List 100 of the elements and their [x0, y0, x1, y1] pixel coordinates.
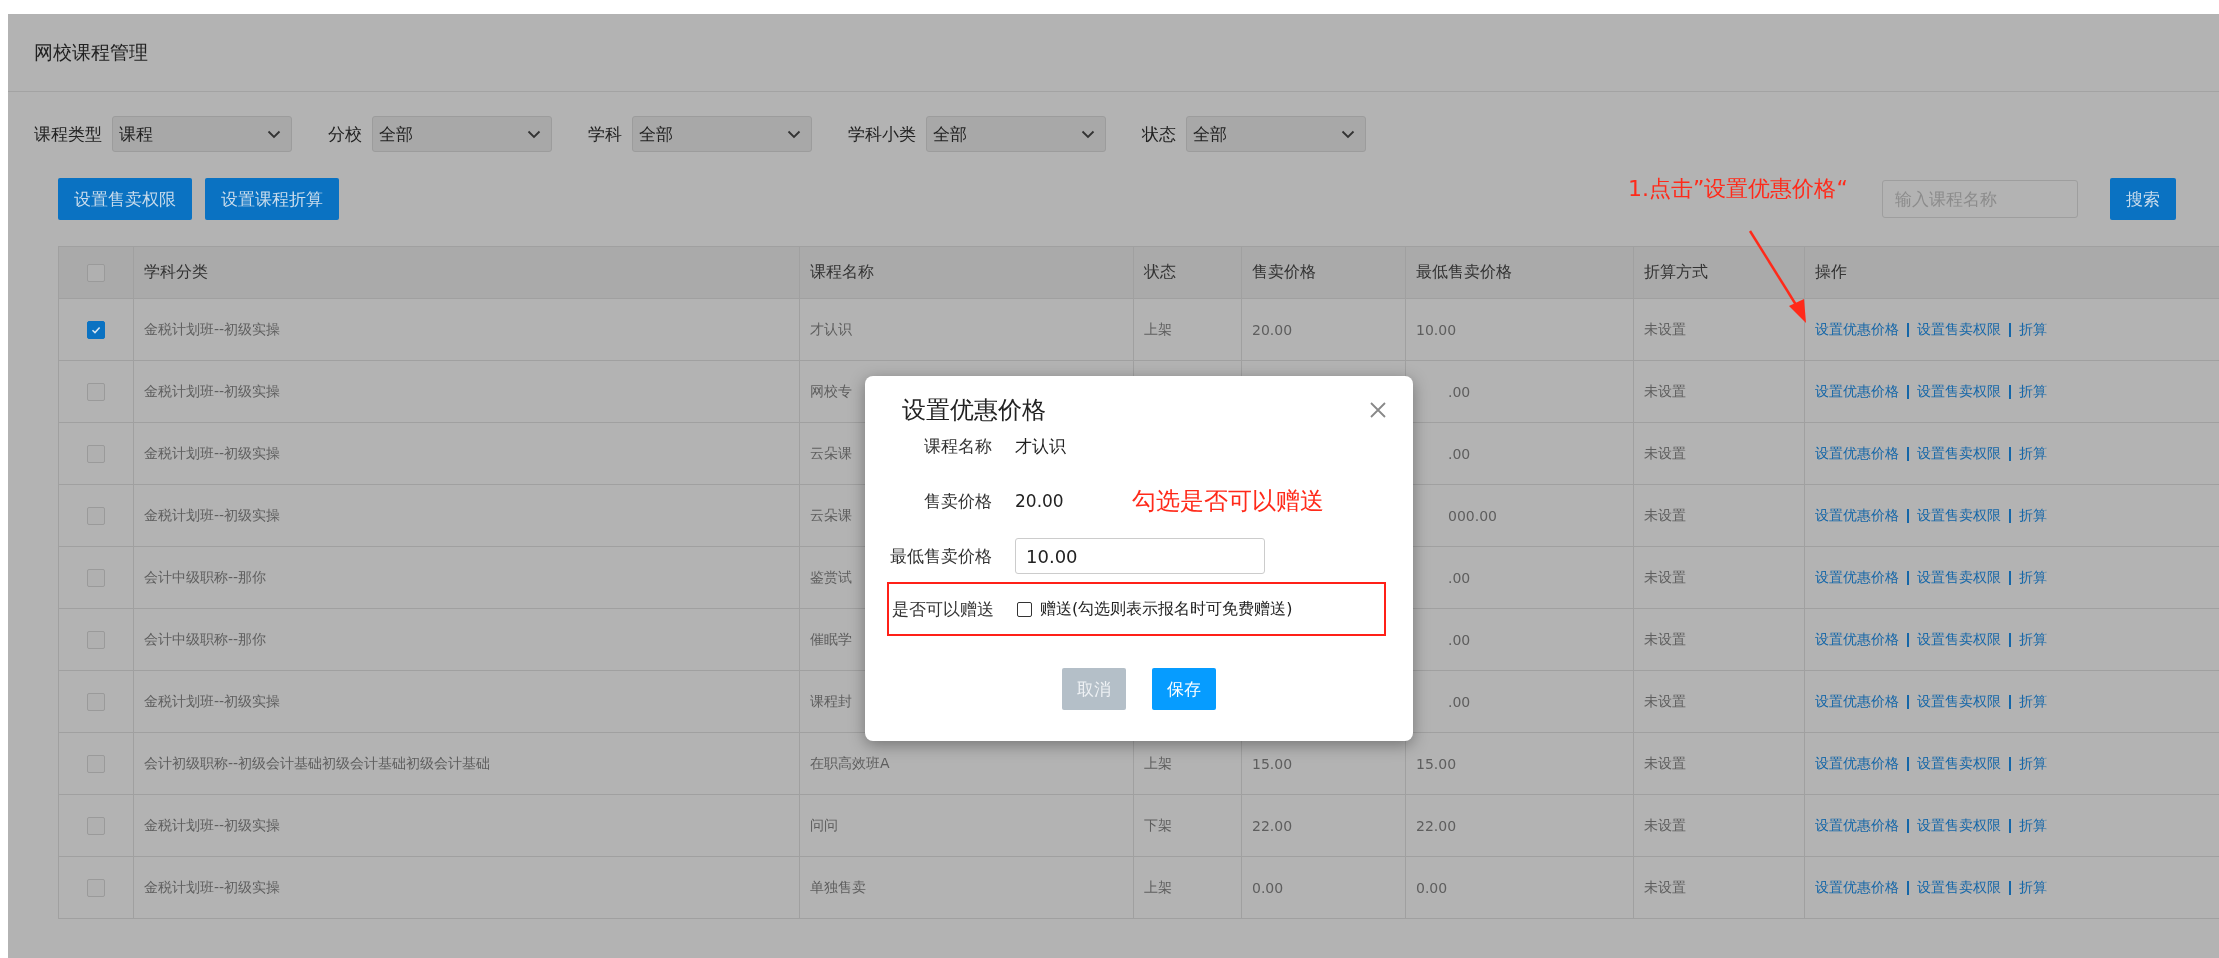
close-button[interactable]: [1369, 401, 1387, 419]
field-label: 售卖价格: [923, 489, 993, 513]
action-link[interactable]: 设置售卖权限: [1917, 630, 2001, 647]
input-field[interactable]: 10.00: [1015, 538, 1265, 574]
column-header: 折算方式: [1644, 262, 1708, 281]
action-link[interactable]: 设置优惠价格: [1815, 692, 1899, 709]
save-button[interactable]: 保存: [1152, 668, 1216, 710]
action-link[interactable]: 设置优惠价格: [1815, 878, 1899, 895]
table-cell: 0.00: [1252, 879, 1284, 896]
action-link[interactable]: 折算: [2019, 816, 2047, 833]
page-title: 网校课程管理: [34, 39, 148, 65]
checkbox[interactable]: [87, 568, 105, 587]
table-cell: 金税计划班--初级实操: [144, 444, 281, 461]
table-cell: 鉴赏试: [810, 568, 852, 585]
cancel-button[interactable]: 取消: [1062, 668, 1126, 710]
action-link[interactable]: 设置优惠价格: [1815, 754, 1899, 771]
action-link[interactable]: 折算: [2019, 754, 2047, 771]
checkbox[interactable]: [1017, 601, 1032, 617]
table-cell: 15.00: [1252, 755, 1293, 772]
table-cell: 会计中级职称--那你: [144, 568, 267, 585]
dropdown[interactable]: 全部: [1186, 116, 1366, 152]
action-link[interactable]: 折算: [2019, 878, 2047, 895]
table-cell: 未设置: [1644, 382, 1686, 399]
table-cell: 催眠学: [810, 630, 852, 647]
column-header: 状态: [1144, 262, 1176, 281]
chevron-down-icon: [1081, 129, 1095, 139]
checkbox[interactable]: [87, 692, 105, 711]
column-header: 学科分类: [144, 262, 208, 281]
action-link[interactable]: 折算: [2019, 568, 2047, 585]
action-link[interactable]: 设置售卖权限: [1917, 568, 2001, 585]
toolbar-button[interactable]: 设置课程折算: [205, 178, 339, 220]
action-link[interactable]: 设置售卖权限: [1917, 754, 2001, 771]
filter-label: 状态: [1142, 122, 1176, 146]
action-link[interactable]: 折算: [2019, 506, 2047, 523]
action-link[interactable]: 设置优惠价格: [1815, 630, 1899, 647]
table-cell: 20.00: [1252, 321, 1293, 338]
table-cell: 会计初级职称--初级会计基础初级会计基础初级会计基础: [144, 754, 491, 771]
dropdown[interactable]: 全部: [926, 116, 1106, 152]
chevron-down-icon: [787, 129, 801, 139]
action-link[interactable]: 设置优惠价格: [1815, 444, 1899, 461]
field-value: 才认识: [1015, 434, 1066, 458]
column-header: 操作: [1815, 262, 1847, 281]
checkbox[interactable]: [87, 506, 105, 525]
filter-label: 分校: [328, 122, 362, 146]
checkbox[interactable]: [87, 320, 105, 339]
checkbox[interactable]: [87, 444, 105, 463]
action-link[interactable]: 设置售卖权限: [1917, 506, 2001, 523]
action-link[interactable]: 折算: [2019, 382, 2047, 399]
checkbox[interactable]: [87, 878, 105, 897]
checkbox[interactable]: [87, 754, 105, 773]
search-button[interactable]: 搜索: [2110, 178, 2176, 220]
checkbox-label: 赠送(勾选则表示报名时可免费赠送): [1040, 598, 1293, 620]
action-link[interactable]: 设置优惠价格: [1815, 568, 1899, 585]
field-label: 课程名称: [923, 434, 993, 458]
action-link[interactable]: 设置售卖权限: [1917, 320, 2001, 337]
action-link[interactable]: 设置售卖权限: [1917, 816, 2001, 833]
table-cell: 15.00: [1416, 755, 1457, 772]
action-link[interactable]: 设置优惠价格: [1815, 816, 1899, 833]
action-link[interactable]: 设置售卖权限: [1917, 382, 2001, 399]
table-cell: 下架: [1144, 816, 1172, 833]
table-cell: 才认识: [810, 320, 852, 337]
table-cell: 未设置: [1644, 630, 1686, 647]
table-cell: 未设置: [1644, 320, 1686, 337]
table-cell: 未设置: [1644, 506, 1686, 523]
dropdown[interactable]: 课程: [112, 116, 292, 152]
table-cell: 0.00: [1416, 879, 1448, 896]
checkbox[interactable]: [87, 382, 105, 401]
table-cell: .00: [1448, 383, 1471, 400]
table-cell: .00: [1448, 569, 1471, 586]
table-cell: .00: [1448, 631, 1471, 648]
action-link[interactable]: 折算: [2019, 444, 2047, 461]
table-cell: 网校专: [810, 382, 852, 399]
checkbox[interactable]: [87, 816, 105, 835]
action-link[interactable]: 折算: [2019, 320, 2047, 337]
checkbox[interactable]: [87, 630, 105, 649]
table-cell: 会计中级职称--那你: [144, 630, 267, 647]
table-cell: 未设置: [1644, 816, 1686, 833]
table-cell: .00: [1448, 693, 1471, 710]
table-cell: 上架: [1144, 320, 1172, 337]
column-header: 课程名称: [810, 262, 874, 281]
dropdown[interactable]: 全部: [632, 116, 812, 152]
close-icon: [1369, 401, 1387, 419]
action-link[interactable]: 设置售卖权限: [1917, 692, 2001, 709]
action-link[interactable]: 设置优惠价格: [1815, 320, 1899, 337]
action-link[interactable]: 设置优惠价格: [1815, 506, 1899, 523]
action-link[interactable]: 设置优惠价格: [1815, 382, 1899, 399]
table-cell: 云朵课: [810, 444, 852, 461]
action-link[interactable]: 折算: [2019, 630, 2047, 647]
column-header: 最低售卖价格: [1416, 262, 1512, 281]
dropdown[interactable]: 全部: [372, 116, 552, 152]
table-cell: 未设置: [1644, 692, 1686, 709]
action-link[interactable]: 折算: [2019, 692, 2047, 709]
table-cell: 金税计划班--初级实操: [144, 506, 281, 523]
action-link[interactable]: 设置售卖权限: [1917, 444, 2001, 461]
toolbar-button[interactable]: 设置售卖权限: [58, 178, 192, 220]
table-cell: 000.00: [1448, 507, 1497, 524]
chevron-down-icon: [267, 129, 281, 139]
table-cell: 22.00: [1416, 817, 1457, 834]
action-link[interactable]: 设置售卖权限: [1917, 878, 2001, 895]
table-cell: 金税计划班--初级实操: [144, 878, 281, 895]
